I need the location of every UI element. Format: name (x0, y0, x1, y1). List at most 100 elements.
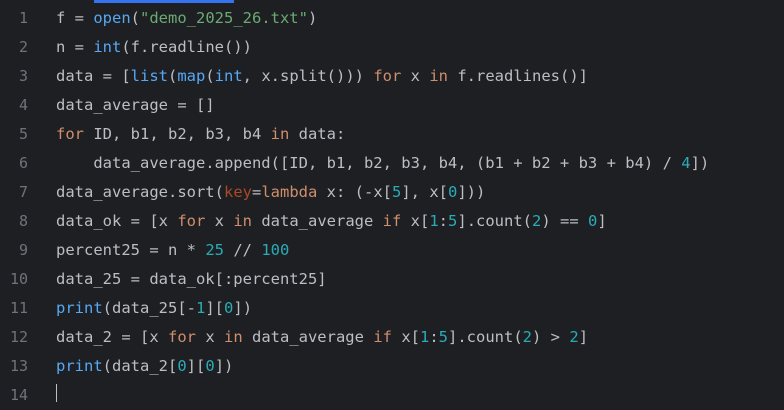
code-token-builtin: int (214, 67, 243, 85)
code-token-default: x: (-x[ (317, 183, 392, 201)
code-token-default: ) == (541, 212, 589, 230)
code-token-keyword: in (270, 125, 290, 143)
code-token-default: ] (578, 328, 589, 346)
code-token-number: 0 (448, 183, 458, 201)
code-token-default: ], x[ (401, 183, 448, 201)
code-token-number: 5 (391, 183, 402, 201)
code-token-default: (data_2[ (102, 357, 178, 375)
code-token-default: ]) (214, 357, 234, 375)
code-token-default: f = (56, 9, 94, 27)
code-editor[interactable]: 1 2 3 4 5 6 7 8 9 10 11 12 13 14 f = open("demo_2025_… (0, 0, 784, 408)
line-number: 5 (18, 125, 28, 143)
code-token-number: 0 (224, 299, 234, 317)
code-token-number: 1 (419, 328, 430, 346)
code-token-default: ][ (205, 299, 225, 317)
code-token-number: 2 (532, 212, 542, 230)
code-token-keyword: if (373, 328, 392, 346)
code-token-keyword: in (429, 67, 448, 85)
code-token-keyword: in (223, 328, 243, 346)
code-line[interactable]: print(data_25[-1][0]) (56, 294, 252, 323)
code-token-default: ) > (532, 328, 570, 346)
line-number: 10 (9, 270, 28, 288)
code-token-default: data_25 = data_ok[:percent25] (56, 270, 327, 288)
code-token-default: ID, b1, b2, b3, b4 (84, 125, 271, 143)
code-token-default: , x.split())) (242, 67, 374, 85)
code-token-default: ( (167, 67, 178, 85)
line-number-gutter[interactable]: 1 2 3 4 5 6 7 8 9 10 11 12 13 14 (0, 0, 44, 408)
code-token-default: data_2 = [x (56, 328, 168, 346)
code-token-default: : (429, 328, 439, 346)
code-token-default: data_average.append([ID, b1, b2, b3, b4,… (56, 154, 682, 172)
code-token-builtin: open (93, 9, 131, 27)
code-token-number: 100 (261, 241, 290, 259)
line-number: 7 (18, 183, 28, 201)
code-token-builtin: print (56, 299, 103, 317)
code-token-default: x (205, 212, 234, 230)
code-token-default: x (195, 328, 224, 346)
code-line[interactable]: print(data_2[0][0]) (56, 352, 233, 381)
code-token-default: data_average = [] (56, 96, 215, 114)
code-token-default: x[ (391, 328, 420, 346)
code-token-default: data_ok = [x (56, 212, 178, 230)
code-line[interactable]: for ID, b1, b2, b3, b4 in data: (56, 120, 345, 149)
code-token-number: 2 (569, 328, 579, 346)
code-token-number: 0 (205, 357, 215, 375)
code-line[interactable]: data_average = [] (56, 91, 215, 120)
code-token-keyword: in (233, 212, 252, 230)
code-line[interactable]: data_25 = data_ok[:percent25] (56, 265, 327, 294)
code-token-number: 0 (588, 212, 598, 230)
code-line[interactable]: n = int(f.readline()) (56, 33, 252, 62)
code-token-default: data_average (242, 328, 374, 346)
text-cursor (56, 384, 57, 402)
code-line[interactable]: data_average.sort(key=lambda x: (-x[5], … (56, 178, 485, 207)
code-token-number: 25 (205, 241, 224, 259)
code-token-default: percent25 = n * (56, 241, 206, 259)
line-number: 1 (18, 9, 28, 27)
code-token-param: key (223, 183, 252, 201)
line-number: 9 (18, 241, 28, 259)
code-token-number: 5 (438, 328, 449, 346)
code-token-builtin: print (56, 357, 103, 375)
line-number: 6 (18, 154, 28, 172)
code-token-default: ( (205, 67, 215, 85)
code-line[interactable]: f = open("demo_2025_26.txt") (56, 4, 317, 33)
code-token-default: ].count( (457, 212, 533, 230)
code-token-default: ]) (690, 154, 710, 172)
code-token-number: 1 (429, 212, 439, 230)
code-token-default: ].count( (448, 328, 523, 346)
line-number: 12 (9, 328, 28, 346)
code-line[interactable]: data_average.append([ID, b1, b2, b3, b4,… (56, 149, 709, 178)
code-token-default: ])) (457, 183, 486, 201)
code-token-default: : (438, 212, 449, 230)
code-token-default: ][ (186, 357, 206, 375)
code-token-default: f.readlines()] (448, 67, 588, 85)
code-line[interactable]: data_ok = [x for x in data_average if x[… (56, 207, 607, 236)
line-number: 3 (18, 67, 28, 85)
code-token-builtin: list (130, 67, 168, 85)
line-number: 13 (9, 357, 28, 375)
code-token-number: 0 (177, 357, 187, 375)
code-token-number: 4 (681, 154, 691, 172)
code-token-keyword: if (382, 212, 402, 230)
code-token-keyword: for (56, 125, 84, 143)
code-line[interactable]: percent25 = n * 25 // 100 (56, 236, 289, 265)
code-token-number: 1 (196, 299, 206, 317)
code-token-default: (f.readline()) (121, 38, 252, 56)
code-token-default: data = [ (56, 67, 131, 85)
line-number: 8 (18, 212, 28, 230)
code-area[interactable]: f = open("demo_2025_26.txt") n = int(f.re… (56, 0, 784, 408)
code-token-builtin: int (93, 38, 122, 56)
code-token-keyword: lambda (261, 183, 318, 201)
code-token-default: // (223, 241, 262, 259)
code-token-builtin: map (177, 67, 206, 85)
code-token-default: x[ (401, 212, 430, 230)
line-number: 2 (18, 38, 28, 56)
code-token-string: "demo_2025_26.txt" (140, 9, 308, 27)
line-number: 4 (18, 96, 28, 114)
code-token-default: data_average (252, 212, 383, 230)
code-token-default: ] (597, 212, 607, 230)
code-token-number: 2 (522, 328, 533, 346)
code-line[interactable]: data_2 = [x for x in data_average if x[1… (56, 323, 588, 352)
code-token-default: x (401, 67, 430, 85)
code-line[interactable]: data = [list(map(int, x.split())) for x … (56, 62, 588, 91)
